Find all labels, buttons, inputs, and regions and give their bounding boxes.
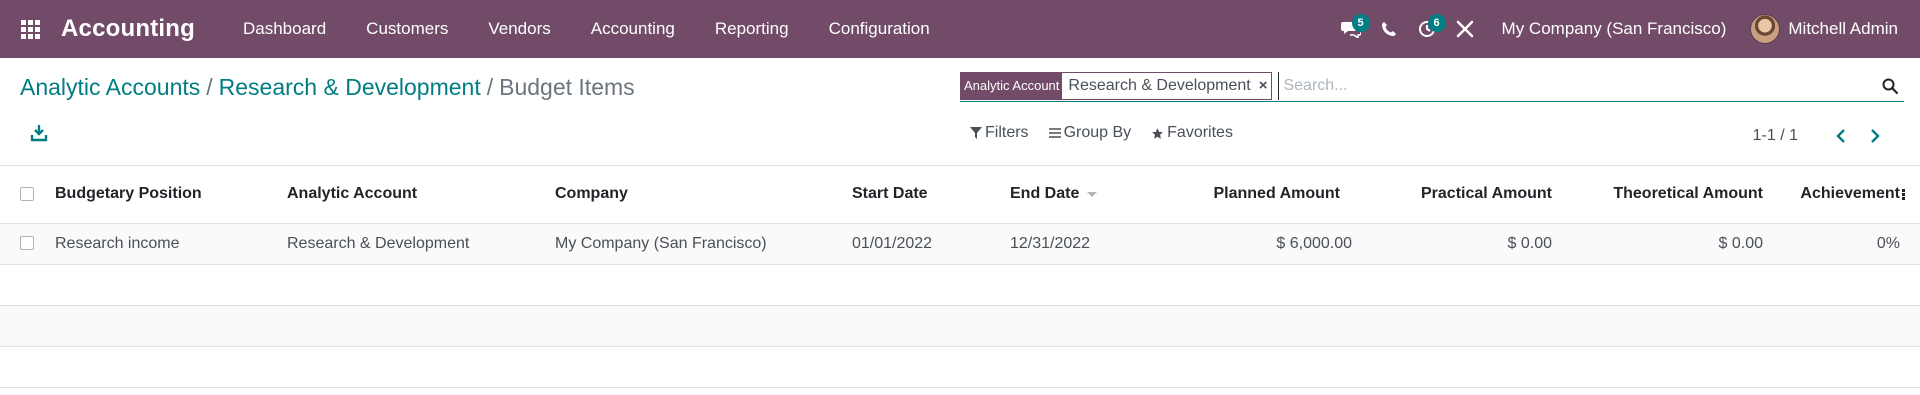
menu-accounting[interactable]: Accounting	[571, 0, 695, 58]
debug-tools-button[interactable]	[1446, 0, 1484, 58]
phone-icon	[1381, 22, 1396, 36]
cell-planned-amount[interactable]: $ 6,000.00	[1164, 223, 1364, 264]
top-menu: Dashboard Customers Vendors Accounting R…	[223, 0, 950, 58]
messages-button[interactable]: 5	[1332, 0, 1370, 58]
cell-theoretical-amount[interactable]: $ 0.00	[1564, 223, 1775, 264]
col-start-date[interactable]: Start Date	[846, 166, 1004, 223]
sort-caret-icon	[1087, 191, 1098, 197]
control-panel	[0, 58, 1920, 166]
col-company[interactable]: Company	[541, 166, 846, 223]
navbar-systray: 5 6 My Company (San Francisco) Mitchell …	[1332, 0, 1920, 58]
menu-customers[interactable]: Customers	[346, 0, 468, 58]
select-all-checkbox[interactable]	[20, 187, 34, 202]
user-name: Mitchell Admin	[1788, 19, 1898, 38]
avatar	[1750, 14, 1781, 44]
phone-button[interactable]	[1370, 0, 1408, 58]
activities-badge: 6	[1427, 14, 1446, 32]
cell-company[interactable]: My Company (San Francisco)	[541, 223, 846, 264]
list-view: Budgetary Position Analytic Account Comp…	[0, 166, 1920, 388]
row-select-cell	[0, 223, 45, 264]
activities-button[interactable]: 6	[1408, 0, 1446, 58]
col-budgetary-position[interactable]: Budgetary Position	[45, 166, 277, 223]
cell-practical-amount[interactable]: $ 0.00	[1364, 223, 1564, 264]
apps-grid-icon	[20, 19, 40, 39]
empty-row	[0, 264, 1920, 305]
table-header-row: Budgetary Position Analytic Account Comp…	[0, 166, 1920, 223]
cell-end-date[interactable]: 12/31/2022	[1004, 223, 1164, 264]
menu-reporting[interactable]: Reporting	[695, 0, 809, 58]
messages-badge: 5	[1351, 14, 1370, 32]
row-checkbox[interactable]	[20, 236, 34, 251]
user-menu[interactable]: Mitchell Admin	[1750, 14, 1920, 44]
col-end-date-label: End Date	[1010, 185, 1080, 203]
col-planned-amount[interactable]: Planned Amount	[1164, 166, 1364, 223]
menu-dashboard[interactable]: Dashboard	[223, 0, 346, 58]
col-achievement-label: Achievement	[1800, 185, 1900, 203]
table-row[interactable]: Research income Research & Development M…	[0, 223, 1920, 264]
optional-columns-icon[interactable]	[1902, 188, 1906, 201]
col-theoretical-amount[interactable]: Theoretical Amount	[1564, 166, 1775, 223]
tools-icon	[1456, 20, 1473, 38]
main-navbar: Accounting Dashboard Customers Vendors A…	[0, 0, 1920, 58]
budget-items-table: Budgetary Position Analytic Account Comp…	[0, 166, 1920, 388]
empty-row	[0, 346, 1920, 387]
col-end-date[interactable]: End Date	[1004, 166, 1164, 223]
col-achievement[interactable]: Achievement	[1775, 166, 1920, 223]
col-analytic-account[interactable]: Analytic Account	[277, 166, 541, 223]
cell-budgetary-position[interactable]: Research income	[45, 223, 277, 264]
cell-start-date[interactable]: 01/01/2022	[846, 223, 1004, 264]
cell-analytic-account[interactable]: Research & Development	[277, 223, 541, 264]
menu-vendors[interactable]: Vendors	[468, 0, 570, 58]
cell-achievement[interactable]: 0%	[1775, 223, 1920, 264]
select-all-cell	[0, 166, 45, 223]
menu-configuration[interactable]: Configuration	[809, 0, 950, 58]
company-switcher[interactable]: My Company (San Francisco)	[1484, 19, 1751, 39]
app-brand[interactable]: Accounting	[61, 15, 195, 43]
apps-menu-button[interactable]	[0, 0, 60, 58]
col-practical-amount[interactable]: Practical Amount	[1364, 166, 1564, 223]
empty-row	[0, 305, 1920, 346]
